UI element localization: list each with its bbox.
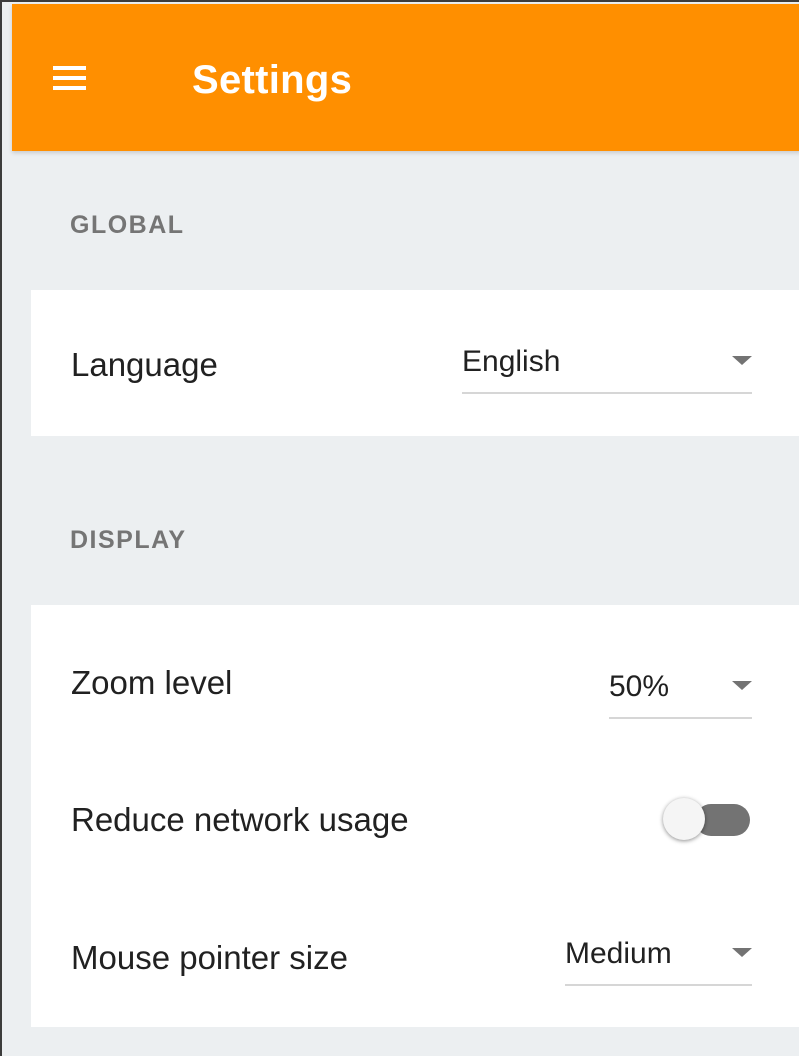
toggle-thumb xyxy=(663,798,705,840)
display-settings-card: Zoom level 50% Reduce network usage Mous… xyxy=(31,605,799,1027)
app-bar: Settings xyxy=(12,4,799,151)
section-header-display: DISPLAY xyxy=(70,526,187,554)
zoom-level-dropdown[interactable]: 50% xyxy=(609,665,752,719)
app-window: Settings GLOBAL Language English DISPLAY… xyxy=(0,0,799,1056)
dropdown-arrow-icon xyxy=(732,948,752,957)
mouse-pointer-size-dropdown[interactable]: Medium xyxy=(565,932,752,986)
section-header-global: GLOBAL xyxy=(70,211,185,239)
mouse-pointer-size-label: Mouse pointer size xyxy=(71,939,348,976)
reduce-network-usage-label: Reduce network usage xyxy=(71,801,409,838)
language-label: Language xyxy=(71,346,218,383)
global-settings-card: Language English xyxy=(31,290,799,436)
zoom-level-label: Zoom level xyxy=(71,664,233,701)
dropdown-arrow-icon xyxy=(732,681,752,690)
language-value: English xyxy=(462,345,561,378)
mouse-pointer-size-value: Medium xyxy=(565,937,672,970)
page-title: Settings xyxy=(192,58,353,102)
reduce-network-usage-toggle[interactable] xyxy=(659,795,755,845)
dropdown-arrow-icon xyxy=(732,356,752,365)
zoom-level-value: 50% xyxy=(609,670,670,703)
hamburger-menu-icon[interactable] xyxy=(53,63,86,93)
language-dropdown[interactable]: English xyxy=(462,340,752,394)
